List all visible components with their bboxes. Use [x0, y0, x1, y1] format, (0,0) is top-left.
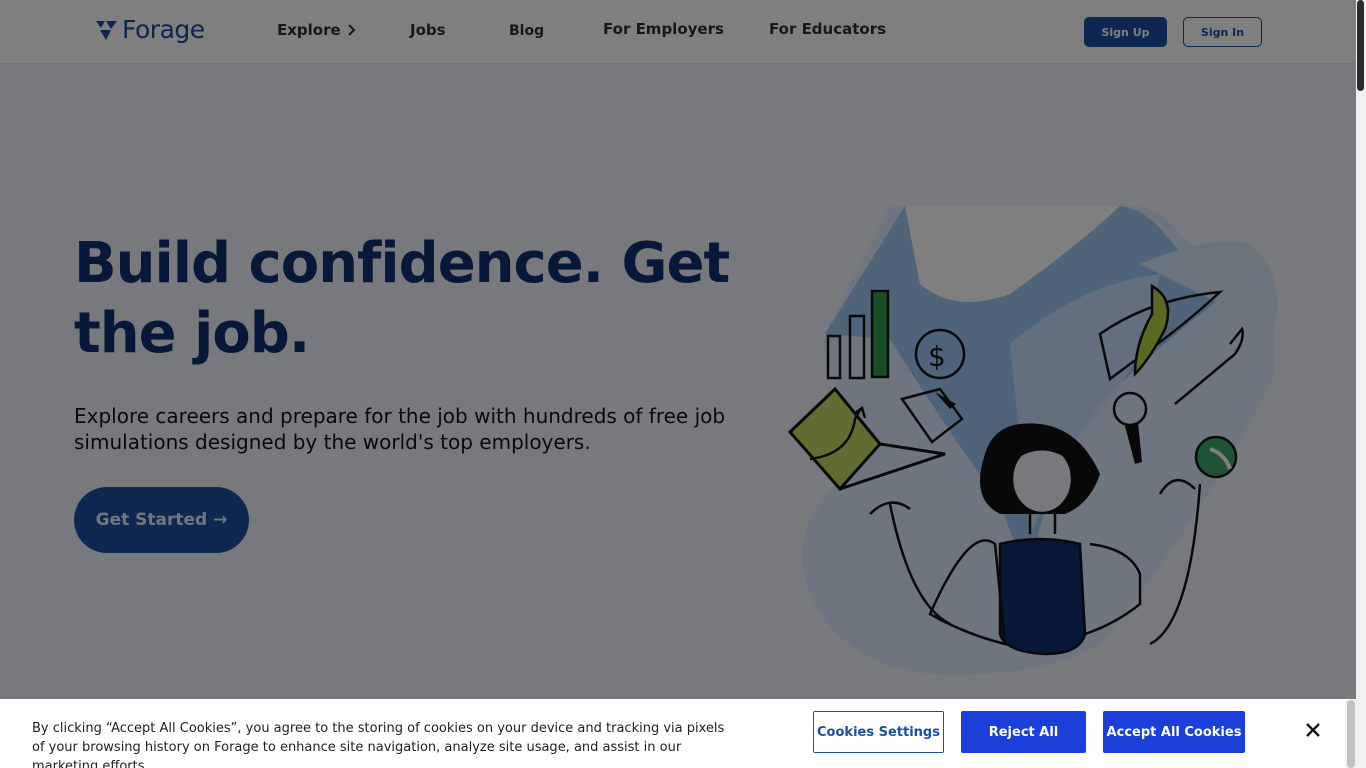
- cookie-banner-text: By clicking “Accept All Cookies”, you ag…: [32, 721, 725, 768]
- close-banner-button[interactable]: [1301, 719, 1325, 743]
- cookie-banner-scrollbar[interactable]: [1345, 700, 1356, 768]
- accept-all-cookies-button[interactable]: Accept All Cookies: [1103, 711, 1245, 753]
- cookies-settings-button[interactable]: Cookies Settings: [813, 711, 944, 753]
- cookie-banner-scrollbar-thumb[interactable]: [1347, 700, 1355, 768]
- page-scrollbar[interactable]: [1356, 0, 1366, 768]
- page-scrollbar-thumb[interactable]: [1357, 0, 1364, 91]
- reject-all-button[interactable]: Reject All: [961, 711, 1086, 753]
- close-icon: [1306, 722, 1320, 737]
- modal-backdrop: [0, 0, 1356, 699]
- cookie-banner: By clicking “Accept All Cookies”, you ag…: [0, 699, 1356, 768]
